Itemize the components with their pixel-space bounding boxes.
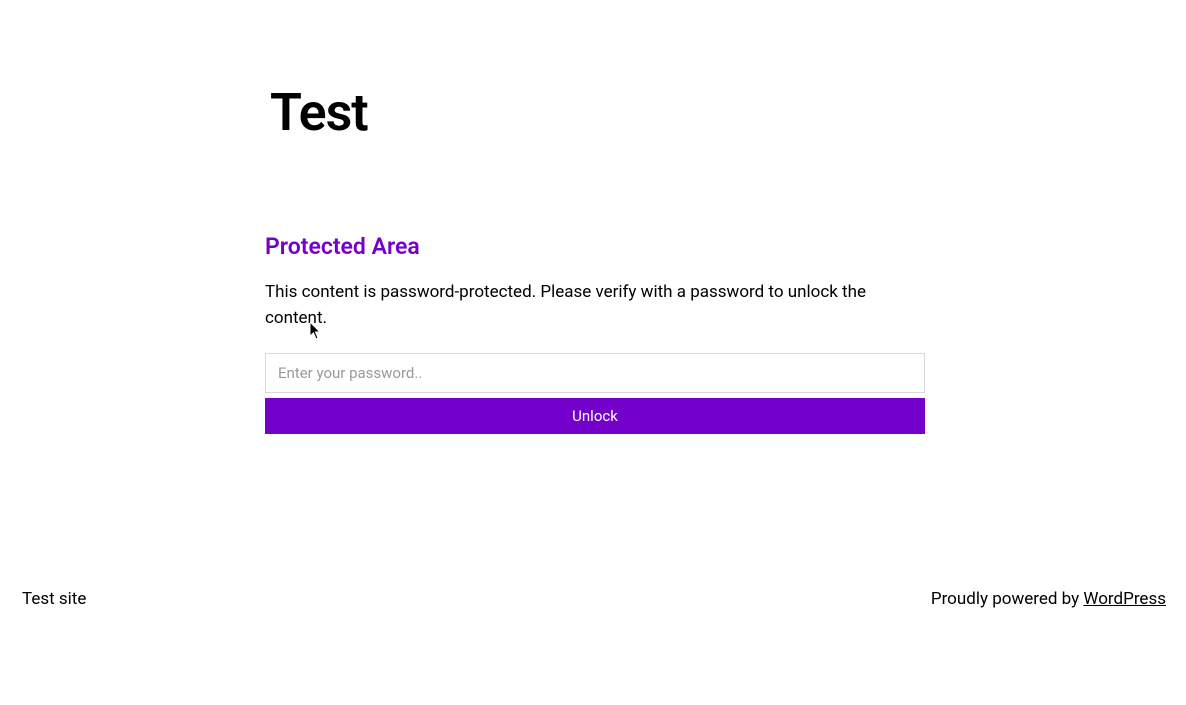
unlock-button[interactable]: Unlock (265, 398, 925, 434)
footer: Test site Proudly powered by WordPress (0, 589, 1186, 609)
footer-site-name[interactable]: Test site (22, 589, 86, 609)
footer-powered-text: Proudly powered by (931, 589, 1084, 609)
wordpress-link[interactable]: WordPress (1083, 589, 1166, 609)
password-input[interactable] (265, 353, 925, 393)
footer-powered-by: Proudly powered by WordPress (931, 589, 1166, 609)
site-title: Test (265, 82, 925, 143)
protected-area-heading: Protected Area (265, 233, 925, 260)
protected-description: This content is password-protected. Plea… (265, 280, 925, 331)
main-content: Test Protected Area This content is pass… (265, 0, 925, 434)
